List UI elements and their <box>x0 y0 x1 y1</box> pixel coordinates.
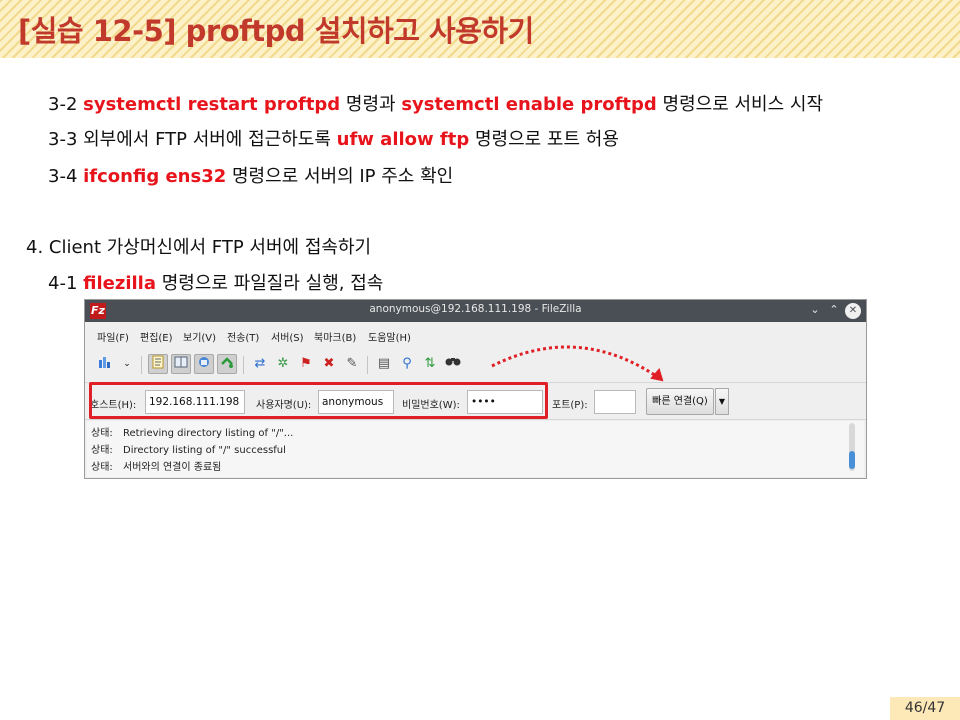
step-number: 4-1 <box>48 273 84 294</box>
toolbar: ⌄ ⇄ ✲ ⚑ ✖ ✎ ▤ ⚲ ⇅ <box>85 350 866 380</box>
step-text: 명령으로 서버의 IP 주소 확인 <box>226 166 454 187</box>
step-number: 3-4 <box>48 166 84 187</box>
step-4: 4. Client 가상머신에서 FTP 서버에 접속하기 <box>26 233 371 259</box>
title-banner: [실습 12-5] proftpd 설치하고 사용하기 <box>0 0 960 58</box>
step-number: 3-2 <box>48 94 84 115</box>
menu-server[interactable]: 서버(S) <box>271 329 304 344</box>
toggle-tree-icon[interactable] <box>171 354 191 374</box>
minimize-icon[interactable]: ⌄ <box>807 302 823 318</box>
slide-title: [실습 12-5] proftpd 설치하고 사용하기 <box>18 14 534 48</box>
menu-file[interactable]: 파일(F) <box>97 329 129 344</box>
toolbar-divider <box>243 356 244 374</box>
port-label: 포트(P): <box>552 400 588 411</box>
step-text: 명령과 <box>340 94 402 115</box>
toolbar-divider <box>367 356 368 374</box>
log-label: 상태: <box>91 462 113 473</box>
log-line: 상태: 서버와의 연결이 종료됨 <box>91 458 221 473</box>
step-text: 3-3 외부에서 FTP 서버에 접근하도록 <box>48 129 337 150</box>
quickconnect-dropdown-icon[interactable]: ▼ <box>715 388 729 415</box>
cancel-icon[interactable]: ⚑ <box>296 354 316 374</box>
message-log: 상태: Retrieving directory listing of "/"..… <box>87 421 864 477</box>
window-titlebar: Fz anonymous@192.168.111.198 - FileZilla… <box>85 300 866 322</box>
chevron-down-icon[interactable]: ⌄ <box>117 354 137 374</box>
command-ifconfig: ifconfig ens32 <box>83 166 227 187</box>
maximize-icon[interactable]: ⌃ <box>826 302 842 318</box>
port-input[interactable] <box>594 390 636 414</box>
log-line: 상태: Retrieving directory listing of "/"..… <box>91 424 293 439</box>
menu-edit[interactable]: 편집(E) <box>140 329 173 344</box>
refresh-icon[interactable]: ⇄ <box>250 354 270 374</box>
close-icon[interactable]: ✕ <box>845 303 861 319</box>
step-4-1: 4-1 filezilla 명령으로 파일질라 실행, 접속 <box>48 269 383 295</box>
step-text: 명령으로 포트 허용 <box>469 129 619 150</box>
log-text: Retrieving directory listing of "/"... <box>123 428 294 439</box>
log-line: 상태: Directory listing of "/" successful <box>91 441 286 456</box>
menu-help[interactable]: 도움말(H) <box>368 329 411 344</box>
binoculars-icon[interactable] <box>443 354 463 374</box>
command-filezilla: filezilla <box>83 273 156 294</box>
window-title: anonymous@192.168.111.198 - FileZilla <box>369 303 582 315</box>
process-queue-icon[interactable]: ✲ <box>273 354 293 374</box>
step-text: 명령으로 파일질라 실행, 접속 <box>155 273 384 294</box>
log-scrollbar-thumb[interactable] <box>849 451 855 469</box>
step-3-3: 3-3 외부에서 FTP 서버에 접근하도록 ufw allow ftp 명령으… <box>48 125 619 151</box>
step-text: 명령으로 서비스 시작 <box>656 94 824 115</box>
compare-icon[interactable]: ⚲ <box>397 354 417 374</box>
menu-view[interactable]: 보기(V) <box>183 329 216 344</box>
page-number: 46/47 <box>890 697 960 720</box>
toggle-remote-tree-icon[interactable] <box>194 354 214 374</box>
menu-bar: 파일(F) 편집(E) 보기(V) 전송(T) 서버(S) 북마크(B) 도움말… <box>85 322 866 348</box>
menu-bookmarks[interactable]: 북마크(B) <box>314 329 356 344</box>
log-text: Directory listing of "/" successful <box>123 445 286 456</box>
command-ufw: ufw allow ftp <box>336 129 470 150</box>
command-restart: systemctl restart proftpd <box>83 94 341 115</box>
toggle-queue-icon[interactable] <box>217 354 237 374</box>
site-manager-icon[interactable] <box>95 354 115 374</box>
log-label: 상태: <box>91 445 113 456</box>
filter-icon[interactable]: ▤ <box>374 354 394 374</box>
toolbar-divider <box>141 356 142 374</box>
step-3-4: 3-4 ifconfig ens32 명령으로 서버의 IP 주소 확인 <box>48 162 453 188</box>
disconnect-icon[interactable]: ✖ <box>319 354 339 374</box>
toggle-log-icon[interactable] <box>148 354 168 374</box>
log-text: 서버와의 연결이 종료됨 <box>123 462 222 473</box>
sync-icon[interactable]: ⇅ <box>420 354 440 374</box>
step-text: 4. Client 가상머신에서 FTP 서버에 접속하기 <box>26 237 372 258</box>
menu-transfer[interactable]: 전송(T) <box>227 329 259 344</box>
quickconnect-button[interactable]: 빠른 연결(Q) <box>646 388 714 415</box>
credentials-highlight-box <box>89 382 548 419</box>
log-label: 상태: <box>91 428 113 439</box>
command-enable: systemctl enable proftpd <box>401 94 657 115</box>
reconnect-icon[interactable]: ✎ <box>342 354 362 374</box>
step-3-2: 3-2 systemctl restart proftpd 명령과 system… <box>48 90 823 116</box>
